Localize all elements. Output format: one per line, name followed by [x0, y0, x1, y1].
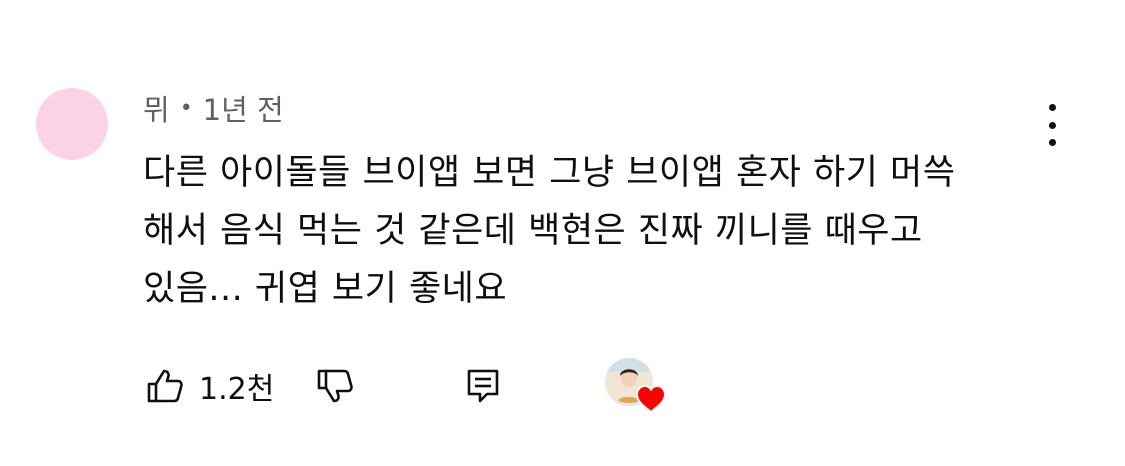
more-vertical-icon [1048, 104, 1056, 111]
heart-icon [635, 384, 667, 414]
like-button[interactable]: 1.2천 [145, 358, 274, 414]
more-vertical-icon-dot [1048, 139, 1056, 146]
dislike-button[interactable] [315, 358, 355, 414]
comment-text-line: 다른 아이돌들 브이앱 보면 그냥 브이앱 혼자 하기 머쓱 [143, 153, 956, 193]
comment-icon [463, 366, 503, 406]
comment-header: 뮈 • 1년 전 [143, 88, 284, 128]
comment-actions: 1.2천 [145, 358, 705, 414]
meta-separator: • [179, 95, 193, 121]
more-actions-button[interactable] [1034, 104, 1070, 146]
creator-heart [605, 358, 669, 414]
thumbs-down-icon [315, 366, 355, 406]
like-count: 1.2천 [199, 372, 275, 407]
more-vertical-icon-dot [1048, 121, 1056, 129]
comment-text-line: 해서 음식 먹는 것 같은데 백현은 진짜 끼니를 때우고 [143, 211, 923, 251]
comment-time[interactable]: 1년 전 [203, 87, 284, 129]
author-avatar[interactable] [36, 88, 108, 160]
author-name[interactable]: 뮈 [143, 87, 170, 129]
comment-text-line: 있음... 귀엽 보기 좋네요 [143, 269, 508, 309]
thumbs-up-icon [145, 366, 185, 406]
comment-text: 다른 아이돌들 브이앱 보면 그냥 브이앱 혼자 하기 머쓱 해서 음식 먹는 … [143, 144, 1043, 318]
reply-button[interactable] [463, 358, 503, 414]
comment-thread: 뮈 • 1년 전 다른 아이돌들 브이앱 보면 그냥 브이앱 혼자 하기 머쓱 … [0, 0, 1125, 466]
